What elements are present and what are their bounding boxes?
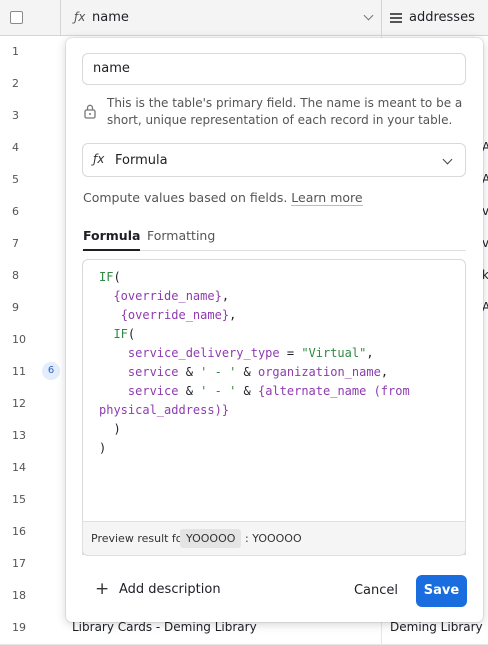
formula-line: IF( — [99, 270, 121, 284]
address-cell[interactable]: Deming Library — [390, 620, 483, 634]
name-cell[interactable]: Library Cards - Deming Library — [72, 620, 257, 634]
formula-tabs: Formula Formatting — [82, 228, 466, 251]
field-editor-dialog: name This is the table's primary field. … — [66, 38, 483, 622]
row-number: 16 — [12, 525, 26, 538]
preview-record-chip[interactable]: YOOOOO — [180, 529, 242, 548]
add-description-label: Add description — [119, 582, 221, 597]
formula-line: IF( — [113, 327, 136, 341]
formula-line: service & ' - ' & organization_name, — [127, 365, 389, 379]
chevron-down-icon — [442, 154, 453, 165]
field-name-input[interactable]: name — [82, 53, 466, 85]
row-number: 9 — [12, 301, 19, 314]
long-text-icon — [390, 13, 402, 23]
row-number: 1 — [12, 45, 19, 58]
field-type-label: Formula — [115, 153, 168, 168]
row-number: 11 — [12, 365, 26, 378]
formula-line: ) — [99, 422, 121, 436]
plus-icon: + — [95, 579, 110, 599]
row-number: 14 — [12, 461, 26, 474]
column-label-name: name — [92, 10, 129, 25]
cancel-button[interactable]: Cancel — [348, 577, 404, 605]
tab-formatting[interactable]: Formatting — [147, 228, 215, 249]
formula-icon: ƒx — [74, 10, 86, 24]
formula-line: {override_name}, — [113, 289, 230, 303]
column-header-name[interactable]: ƒx name — [60, 0, 382, 35]
preview-result-bar: Preview result for YOOOOO : YOOOOO — [82, 521, 466, 556]
select-all-checkbox[interactable] — [10, 11, 23, 24]
formula-line: service_delivery_type = "Virtual", — [127, 346, 374, 360]
row-number: 10 — [12, 333, 26, 346]
row-number: 5 — [12, 173, 19, 186]
save-button[interactable]: Save — [416, 575, 467, 607]
comment-count-badge[interactable]: 6 — [42, 362, 60, 380]
row-number: 18 — [12, 589, 26, 602]
preview-value: : YOOOOO — [245, 532, 302, 545]
row-number: 2 — [12, 77, 19, 90]
formula-line: {override_name}, — [120, 308, 237, 322]
row-number: 3 — [12, 109, 19, 122]
formula-line: service & ' - ' & {alternate_name (from — [127, 384, 410, 398]
preview-label: Preview result for — [91, 532, 188, 545]
compute-description: Compute values based on fields. Learn mo… — [83, 190, 363, 206]
formula-line: ) — [99, 441, 107, 455]
tab-formula[interactable]: Formula — [83, 228, 141, 251]
row-number: 6 — [12, 205, 19, 218]
row-number: 15 — [12, 493, 26, 506]
row-number: 13 — [12, 429, 26, 442]
primary-field-note: This is the table's primary field. The n… — [107, 96, 463, 127]
compute-description-text: Compute values based on fields. — [83, 190, 288, 205]
chevron-down-icon[interactable] — [363, 10, 374, 21]
learn-more-link[interactable]: Learn more — [291, 190, 363, 206]
column-label-addresses: addresses — [409, 10, 475, 25]
formula-code[interactable]: IF( {override_name}, {override_name}, IF… — [99, 268, 461, 458]
row-number: 8 — [12, 269, 19, 282]
row-number: 4 — [12, 141, 19, 154]
row-number: 7 — [12, 237, 19, 250]
formula-line: physical_address)} — [99, 403, 230, 417]
field-type-select[interactable]: ƒx Formula — [82, 143, 466, 177]
row-number: 12 — [12, 397, 26, 410]
row-number: 17 — [12, 557, 26, 570]
formula-editor[interactable]: IF( {override_name}, {override_name}, IF… — [82, 259, 466, 555]
formula-icon: ƒx — [93, 152, 105, 166]
grid-header: ƒx name addresses — [0, 0, 488, 36]
column-header-addresses[interactable]: addresses — [381, 0, 488, 35]
lock-icon — [84, 104, 96, 119]
